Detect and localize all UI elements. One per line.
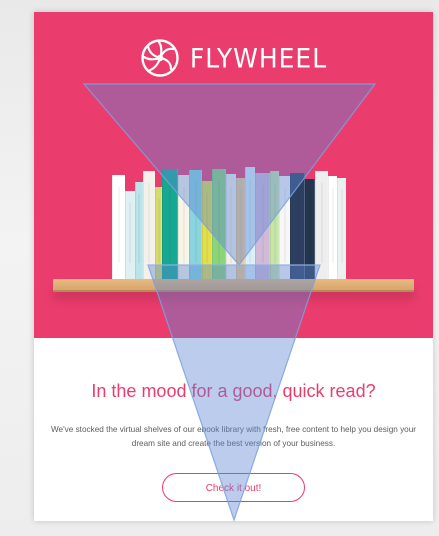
- book-spine: [279, 176, 290, 279]
- book-spine-line: [341, 190, 342, 263]
- book-spine: [270, 171, 279, 279]
- email-content: In the mood for a good, quick read? We'v…: [34, 338, 433, 521]
- book-spine-line: [230, 186, 232, 263]
- book-spine-line: [309, 191, 311, 263]
- book-spine-line: [297, 185, 298, 263]
- book-spine: [212, 169, 226, 279]
- book-spine: [226, 174, 236, 279]
- wood-shelf: [53, 279, 414, 292]
- brand-lockup: FLYWHEEL: [34, 34, 433, 82]
- book-spine-line: [218, 181, 220, 263]
- page-title: In the mood for a good, quick read?: [91, 381, 376, 401]
- book-spine-line: [158, 199, 159, 263]
- book-spine: [337, 178, 346, 279]
- book-spine-line: [321, 183, 322, 263]
- book-spine-line: [332, 188, 333, 263]
- email-card: FLYWHEEL In the mood for a good, quick r…: [34, 12, 433, 521]
- book-spine: [315, 171, 328, 279]
- book-spine-line: [138, 194, 140, 263]
- book-spine-line: [118, 187, 119, 263]
- book-spine: [305, 179, 315, 279]
- book-spine-line: [206, 193, 208, 263]
- book-spine: [135, 182, 143, 279]
- book-spine: [162, 169, 178, 279]
- book-spine-line: [129, 203, 131, 263]
- check-it-out-button[interactable]: Check it out!: [162, 473, 305, 502]
- book-spine-line: [240, 190, 241, 263]
- book-spine: [189, 170, 202, 279]
- book-spine: [125, 191, 135, 279]
- book-row: [112, 152, 364, 279]
- bookshelf: [34, 152, 433, 302]
- screenshot-stage: FLYWHEEL In the mood for a good, quick r…: [0, 0, 439, 536]
- hero-banner: FLYWHEEL: [34, 12, 433, 338]
- book-spine: [202, 181, 212, 279]
- flywheel-logo-icon: [141, 39, 179, 77]
- book-spine-line: [183, 187, 184, 263]
- book-spine-line: [148, 183, 150, 263]
- book-spine-line: [262, 185, 263, 263]
- book-spine: [143, 171, 155, 279]
- book-spine-line: [169, 181, 171, 263]
- book-spine-line: [274, 183, 275, 263]
- book-spine: [255, 173, 270, 279]
- book-spine-line: [249, 179, 251, 263]
- book-spine: [290, 173, 305, 279]
- book-spine: [245, 167, 255, 279]
- body-copy: We've stocked the virtual shelves of our…: [50, 425, 417, 449]
- book-spine-line: [195, 182, 196, 263]
- book-spine: [236, 178, 245, 279]
- book-spine: [178, 175, 189, 279]
- book-spine: [112, 175, 125, 279]
- book-spine: [328, 176, 337, 279]
- book-spine: [155, 187, 162, 279]
- brand-name: FLYWHEEL: [189, 42, 328, 74]
- book-spine-line: [284, 188, 285, 263]
